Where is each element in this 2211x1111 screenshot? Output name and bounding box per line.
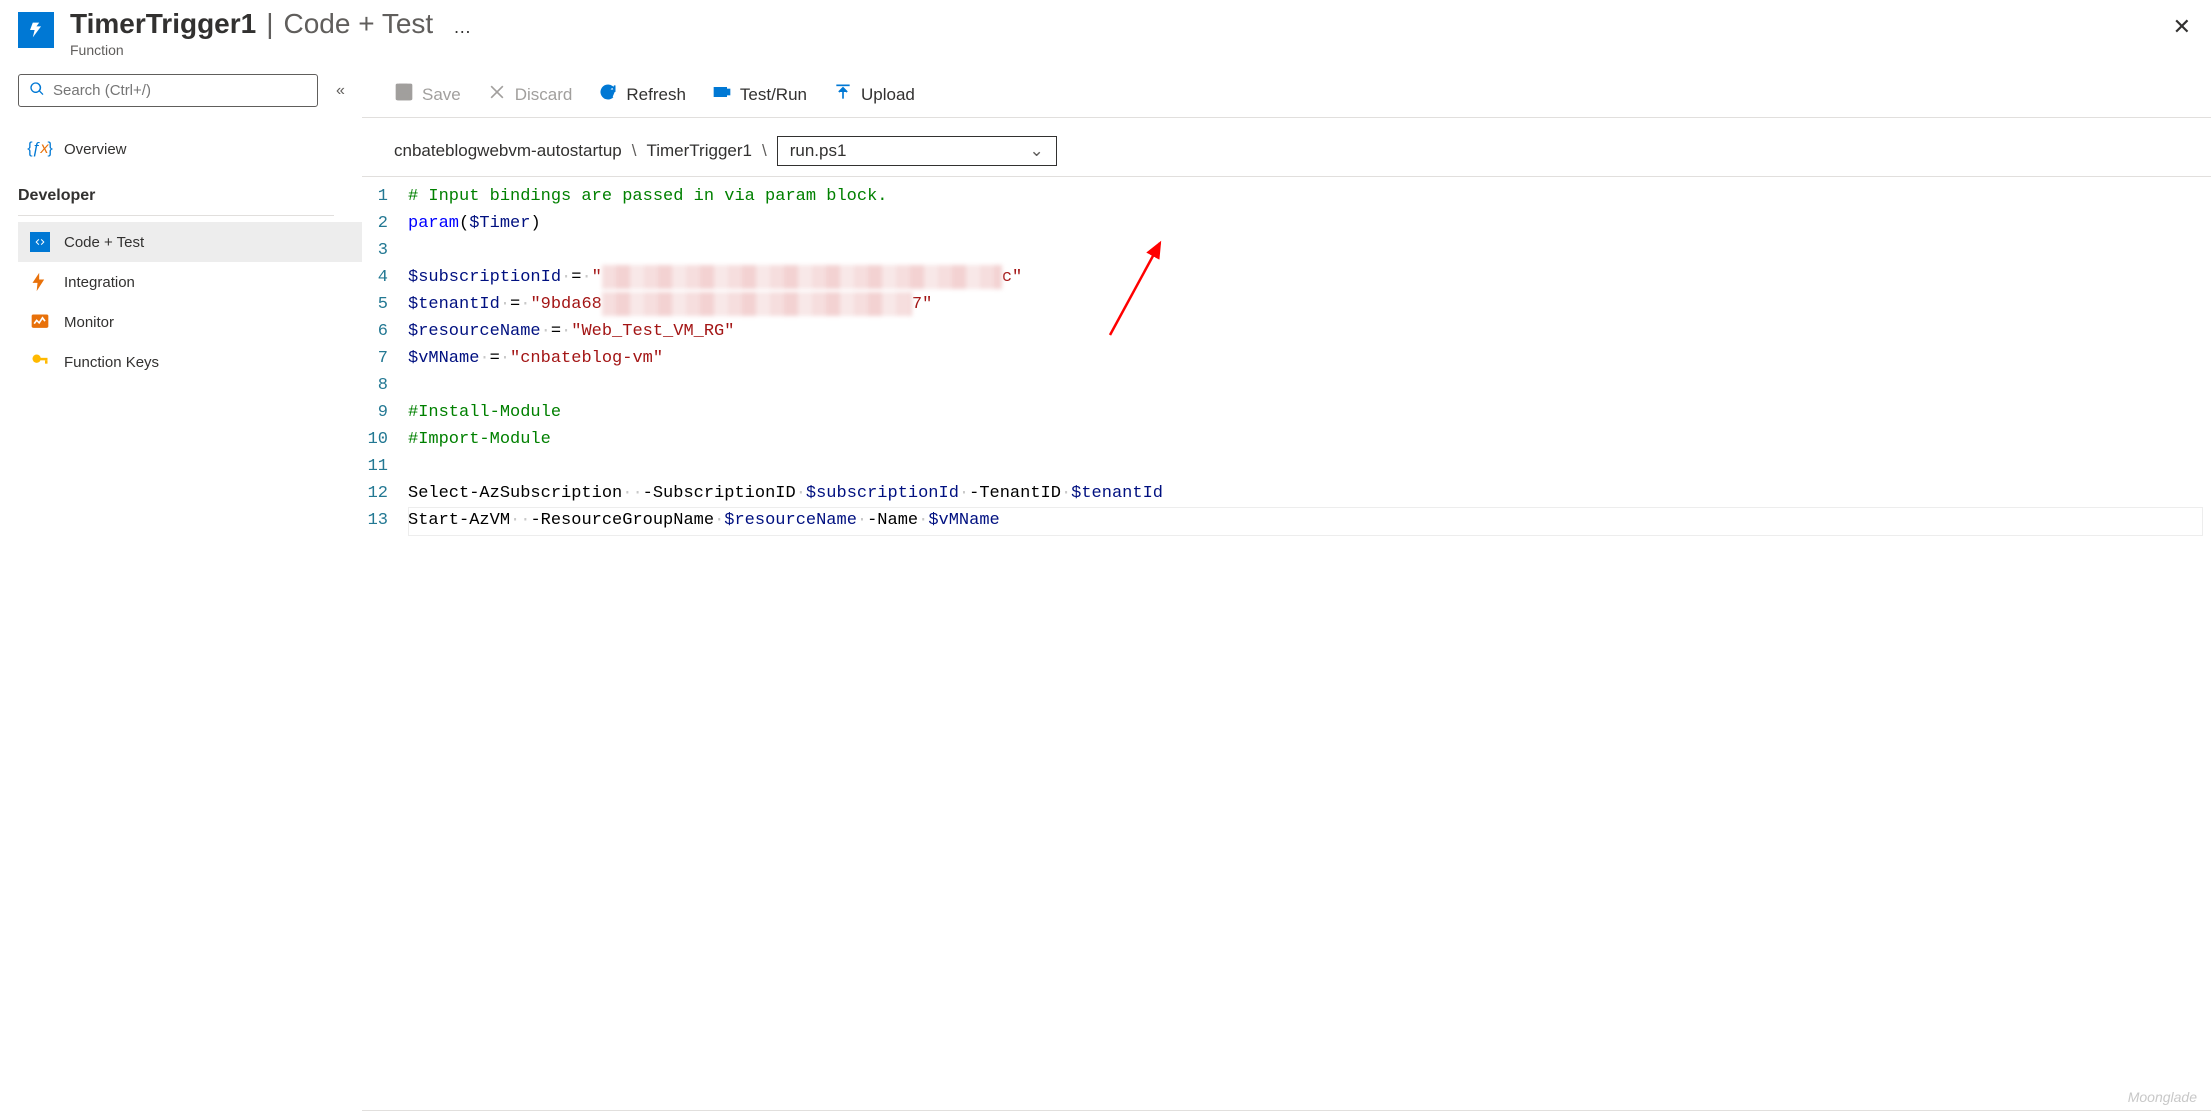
- search-icon: [29, 81, 53, 100]
- sidebar-item-label: Monitor: [64, 314, 114, 331]
- refresh-icon: [598, 82, 618, 107]
- more-button[interactable]: …: [453, 17, 473, 38]
- page-section-title: Code + Test: [284, 8, 434, 40]
- file-select-value: run.ps1: [790, 141, 847, 161]
- test-run-button[interactable]: Test/Run: [712, 82, 807, 107]
- breadcrumb-separator: \: [632, 141, 637, 161]
- save-icon: [394, 82, 414, 107]
- header-title-group: TimerTrigger1 | Code + Test … Function: [70, 8, 473, 58]
- sidebar-item-overview[interactable]: ƒx Overview: [18, 129, 362, 169]
- code-icon: [30, 232, 50, 252]
- resource-type-label: Function: [70, 42, 473, 58]
- page-header: TimerTrigger1 | Code + Test … Function ✕: [0, 0, 2211, 66]
- sidebar-item-label: Overview: [64, 141, 127, 158]
- sidebar-item-label: Function Keys: [64, 354, 159, 371]
- monitor-icon: [30, 312, 50, 332]
- bolt-icon: [30, 272, 50, 292]
- refresh-button[interactable]: Refresh: [598, 82, 686, 107]
- sidebar: « ƒx Overview Developer Code + Test Inte…: [0, 66, 362, 1111]
- collapse-sidebar-icon[interactable]: «: [336, 82, 345, 100]
- toolbar: Save Discard Refresh: [362, 66, 2211, 118]
- sidebar-item-label: Code + Test: [64, 234, 144, 251]
- sidebar-item-function-keys[interactable]: Function Keys: [18, 342, 362, 382]
- breadcrumb-separator: \: [762, 141, 767, 161]
- sidebar-item-integration[interactable]: Integration: [18, 262, 362, 302]
- watermark: Moonglade: [2128, 1089, 2197, 1105]
- upload-icon: [833, 82, 853, 107]
- breadcrumb-function[interactable]: TimerTrigger1: [646, 141, 751, 161]
- test-run-icon: [712, 82, 732, 107]
- breadcrumb: cnbateblogwebvm-autostartup \ TimerTrigg…: [362, 118, 2211, 176]
- page-title: TimerTrigger1: [70, 8, 256, 40]
- save-button: Save: [394, 82, 461, 107]
- upload-button[interactable]: Upload: [833, 82, 915, 107]
- code-editor[interactable]: 1# Input bindings are passed in via para…: [362, 176, 2211, 1111]
- search-input[interactable]: [53, 82, 307, 99]
- sidebar-item-code-test[interactable]: Code + Test: [18, 222, 362, 262]
- breadcrumb-app[interactable]: cnbateblogwebvm-autostartup: [394, 141, 622, 161]
- function-app-icon: [18, 12, 54, 48]
- function-fx-icon: ƒx: [30, 139, 50, 159]
- chevron-down-icon: ⌄: [1029, 141, 1043, 161]
- title-separator: |: [266, 8, 273, 40]
- sidebar-item-monitor[interactable]: Monitor: [18, 302, 362, 342]
- content-area: Save Discard Refresh: [362, 66, 2211, 1111]
- sidebar-section-developer: Developer: [18, 169, 334, 216]
- sidebar-item-label: Integration: [64, 274, 135, 291]
- discard-icon: [487, 82, 507, 107]
- discard-button: Discard: [487, 82, 573, 107]
- file-select-dropdown[interactable]: run.ps1 ⌄: [777, 136, 1057, 166]
- key-icon: [30, 352, 50, 372]
- close-icon[interactable]: ✕: [2173, 14, 2191, 40]
- sidebar-search[interactable]: [18, 74, 318, 107]
